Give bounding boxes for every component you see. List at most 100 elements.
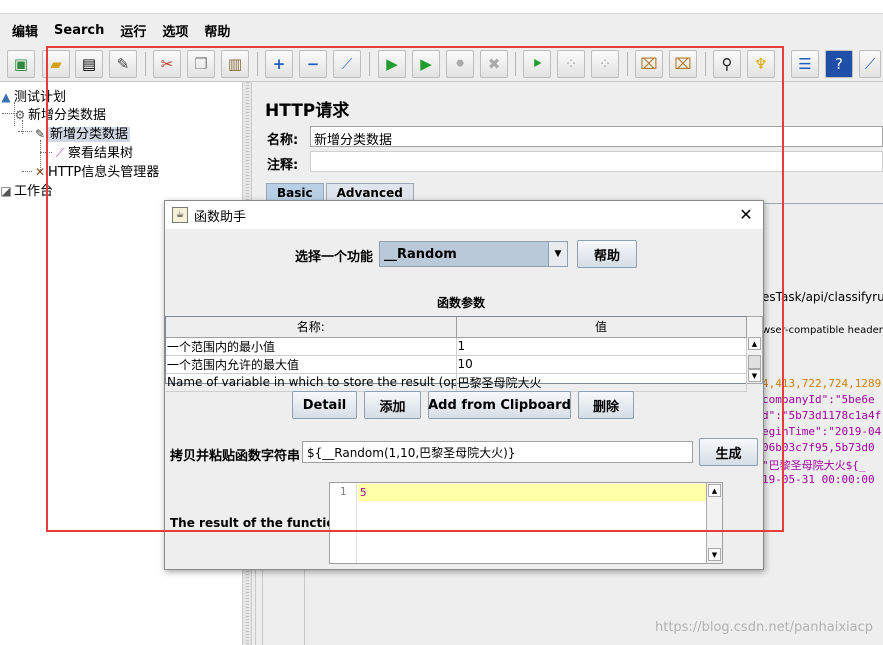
params-table: 名称: 值 一个范围内的最小值 1 一个范围内允许的最大值 10 Name of… xyxy=(165,316,747,392)
help-icon[interactable]: ? xyxy=(825,50,853,78)
clear-all-icon[interactable]: ⌧ xyxy=(669,50,697,78)
save-icon[interactable]: ▤ xyxy=(75,50,103,78)
function-string-field[interactable]: ${__Random(1,10,巴黎圣母院大火)} xyxy=(302,441,693,463)
toolbar-separator xyxy=(257,52,258,76)
editor-scrollbar[interactable]: ▲ ▼ xyxy=(706,483,722,563)
add-from-clipboard-button[interactable]: Add from Clipboard xyxy=(428,391,571,419)
open-icon[interactable]: ▰ xyxy=(42,50,70,78)
comment-label: 注释: xyxy=(267,158,299,173)
menu-bar: 编辑 Search 运行 选项 帮助 xyxy=(0,14,883,46)
remote-shutdown-icon[interactable]: ⁘ xyxy=(591,50,619,78)
params-scrollbar[interactable]: ▲ ▼ xyxy=(747,316,763,384)
param-value-cell[interactable]: 10 xyxy=(456,355,747,374)
window-top-strip xyxy=(0,0,883,14)
divider xyxy=(304,560,305,645)
tree-connector xyxy=(18,131,32,132)
name-field[interactable]: 新增分类数据 xyxy=(310,126,883,147)
menu-run[interactable]: 运行 xyxy=(112,21,154,40)
path-fragment: esTask/api/classifyrule xyxy=(762,290,883,304)
toolbar: ▣ ▰ ▤ ✎ ✂ ❐ ▥ + − ⟋ ▶ ▶ ⬣ ✖ ⯈ ⁘ ⁘ ⌧ ⌧ ⚲ … xyxy=(0,46,883,82)
search-icon[interactable]: ⚲ xyxy=(713,50,741,78)
tree-item-header-manager[interactable]: ✕ HTTP信息头管理器 xyxy=(32,161,159,180)
select-function-label: 选择一个功能 xyxy=(295,250,374,265)
page-title: HTTP请求 xyxy=(265,101,350,121)
save-as-icon[interactable]: ✎ xyxy=(109,50,137,78)
scroll-thumb[interactable] xyxy=(748,355,761,369)
scroll-up-icon[interactable]: ▲ xyxy=(708,484,721,497)
column-header-value[interactable]: 值 xyxy=(456,317,747,338)
test-plan-icon: ▲ xyxy=(1,90,11,104)
menu-edit[interactable]: 编辑 xyxy=(0,21,46,40)
dialog-titlebar[interactable]: ☕ 函数助手 ✕ xyxy=(165,201,763,229)
tree-connector xyxy=(22,171,32,172)
stop-icon[interactable]: ⬣ xyxy=(446,50,474,78)
tree-item-http-sampler[interactable]: ✎ 新增分类数据 xyxy=(32,123,131,142)
param-value-cell[interactable]: 1 xyxy=(456,337,747,356)
copy-icon[interactable]: ❐ xyxy=(187,50,215,78)
remote-stop-icon[interactable]: ⁘ xyxy=(557,50,585,78)
expand-icon[interactable]: + xyxy=(265,50,293,78)
dialog-app-icon: ☕ xyxy=(172,207,188,223)
toolbar-separator xyxy=(705,52,706,76)
add-button[interactable]: 添加 xyxy=(364,391,421,419)
table-row[interactable]: 一个范围内允许的最大值 10 xyxy=(166,355,747,374)
shutdown-icon[interactable]: ✖ xyxy=(480,50,508,78)
menu-options[interactable]: 选项 xyxy=(154,21,196,40)
scroll-down-icon[interactable]: ▼ xyxy=(708,548,721,561)
function-helper-icon[interactable]: ☰ xyxy=(791,50,819,78)
more-icon[interactable]: ⟋ xyxy=(859,50,881,78)
cut-icon[interactable]: ✂ xyxy=(153,50,181,78)
toolbar-separator xyxy=(627,52,628,76)
tree-item-thread-group[interactable]: ⚙ 新增分类数据 xyxy=(12,104,106,123)
menu-help[interactable]: 帮助 xyxy=(196,21,238,40)
tree-item-workbench[interactable]: ◪ 工作台 xyxy=(0,180,53,199)
param-name-cell[interactable]: Name of variable in which to store the r… xyxy=(166,373,457,392)
remote-start-icon[interactable]: ⯈ xyxy=(523,50,551,78)
clear-icon[interactable]: ⌧ xyxy=(635,50,663,78)
name-label: 名称: xyxy=(267,133,299,148)
scroll-down-icon[interactable]: ▼ xyxy=(748,369,761,382)
body-line: eginTime":"2019-04 xyxy=(762,425,882,438)
close-icon[interactable]: ✕ xyxy=(737,206,755,224)
reset-search-icon[interactable]: ♆ xyxy=(747,50,775,78)
generate-button[interactable]: 生成 xyxy=(699,438,758,466)
delete-button[interactable]: 删除 xyxy=(578,391,634,419)
paste-icon[interactable]: ▥ xyxy=(221,50,249,78)
table-row[interactable]: 一个范围内的最小值 1 xyxy=(166,337,747,356)
params-heading: 函数参数 xyxy=(437,296,486,310)
toolbar-separator xyxy=(783,52,784,76)
param-value-cell[interactable]: 巴黎圣母院大火 xyxy=(456,373,747,392)
scroll-up-icon[interactable]: ▲ xyxy=(748,337,761,350)
detail-button[interactable]: Detail xyxy=(292,391,357,419)
tree-connector xyxy=(40,152,52,153)
result-editor[interactable]: 1 5 ▲ ▼ xyxy=(329,482,723,564)
divider xyxy=(262,560,263,645)
toggle-icon[interactable]: ⟋ xyxy=(333,50,361,78)
tree-item-results-tree[interactable]: ⟋ 察看结果树 xyxy=(52,142,133,161)
templates-icon[interactable]: ▣ xyxy=(7,50,35,78)
help-button[interactable]: 帮助 xyxy=(577,240,637,268)
body-line: 4,413,722,724,1289 xyxy=(762,377,882,390)
workbench-icon: ◪ xyxy=(0,184,12,198)
result-value[interactable]: 5 xyxy=(358,484,707,501)
chevron-down-icon[interactable]: ▼ xyxy=(548,242,567,266)
thread-group-icon: ⚙ xyxy=(14,108,26,122)
function-string-label: 拷贝并粘贴函数字符串 xyxy=(170,449,301,464)
toolbar-separator xyxy=(369,52,370,76)
start-no-pause-icon[interactable]: ▶ xyxy=(412,50,440,78)
function-select[interactable]: __Random ▼ xyxy=(379,241,568,267)
menu-search[interactable]: Search xyxy=(46,23,112,38)
results-tree-icon: ⟋ xyxy=(55,146,65,160)
start-icon[interactable]: ▶ xyxy=(378,50,406,78)
toolbar-separator xyxy=(515,52,516,76)
column-header-name[interactable]: 名称: xyxy=(166,317,457,338)
param-name-cell[interactable]: 一个范围内的最小值 xyxy=(166,337,457,356)
body-line: "巴黎圣母院大火${_ xyxy=(762,459,866,472)
tree-item-test-plan[interactable]: ▲ 测试计划 xyxy=(0,86,66,105)
param-name-cell[interactable]: 一个范围内允许的最大值 xyxy=(166,355,457,374)
table-row[interactable]: Name of variable in which to store the r… xyxy=(166,373,747,392)
body-line: 19-05-31 00:00:00 xyxy=(762,473,875,486)
collapse-icon[interactable]: − xyxy=(299,50,327,78)
selected-function: __Random xyxy=(384,246,457,262)
comment-field[interactable] xyxy=(310,151,883,172)
